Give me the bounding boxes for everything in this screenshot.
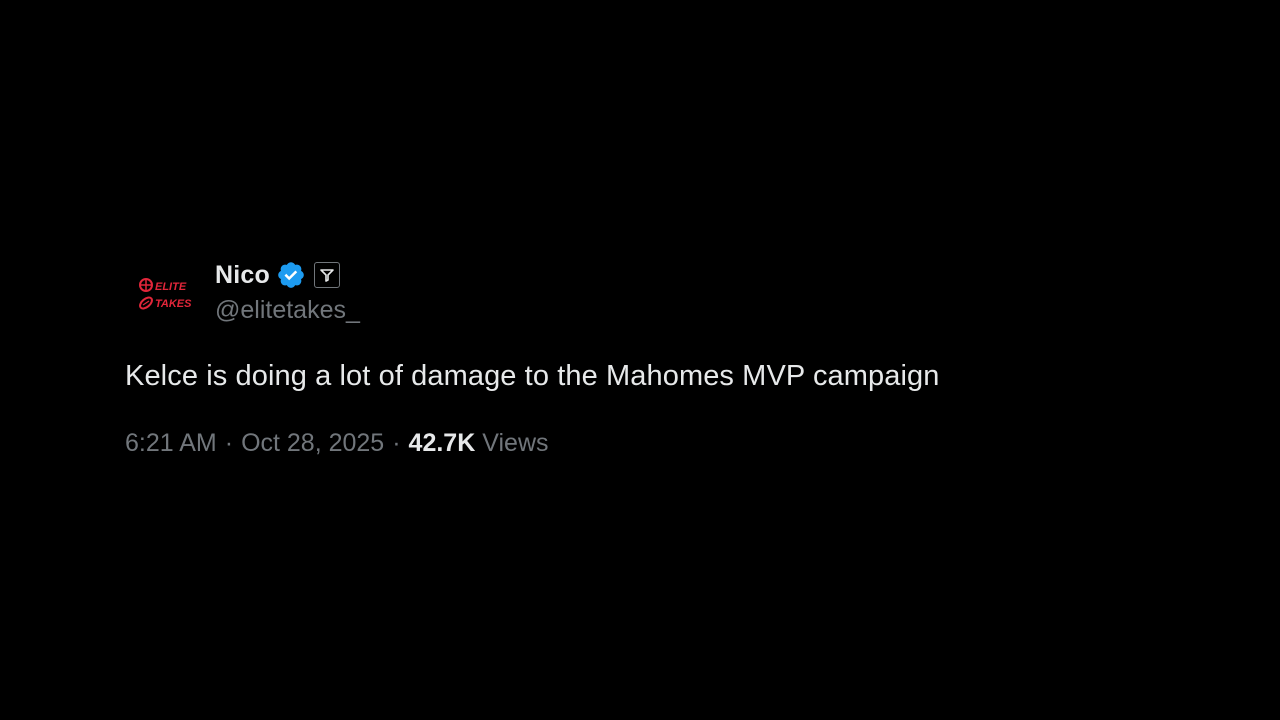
views-label: Views xyxy=(482,429,549,457)
author-handle[interactable]: @elitetakes_ xyxy=(215,296,360,325)
views-count[interactable]: 42.7K xyxy=(409,429,476,458)
tweet-header: ELITE TAKES Nico @elitetakes_ xyxy=(125,256,1125,326)
name-row: Nico xyxy=(215,258,360,292)
tweet-date[interactable]: Oct 28, 2025 xyxy=(241,429,384,458)
logo-text-line1: ELITE xyxy=(155,281,187,293)
tweet-time[interactable]: 6:21 AM xyxy=(125,429,217,458)
verified-badge-icon[interactable] xyxy=(276,260,306,290)
meta-separator: · xyxy=(392,429,401,457)
tweet-text: Kelce is doing a lot of damage to the Ma… xyxy=(125,360,940,392)
elite-takes-logo-icon: ELITE TAKES xyxy=(139,278,192,310)
author-info: Nico @elitetakes_ xyxy=(215,256,360,325)
meta-separator: · xyxy=(224,429,234,457)
author-display-name[interactable]: Nico xyxy=(215,261,270,290)
tweet-meta: 6:21 AM · Oct 28, 2025 · 42.7K Views xyxy=(125,429,1125,458)
affiliate-badge-icon[interactable] xyxy=(313,262,340,288)
tweet-card: ELITE TAKES Nico @elitetakes_ Kelce is d… xyxy=(125,256,1125,458)
avatar[interactable]: ELITE TAKES xyxy=(125,256,199,326)
tweet-screen: ELITE TAKES Nico @elitetakes_ Kelce is d… xyxy=(0,0,1280,720)
logo-text-line2: TAKES xyxy=(155,298,192,310)
